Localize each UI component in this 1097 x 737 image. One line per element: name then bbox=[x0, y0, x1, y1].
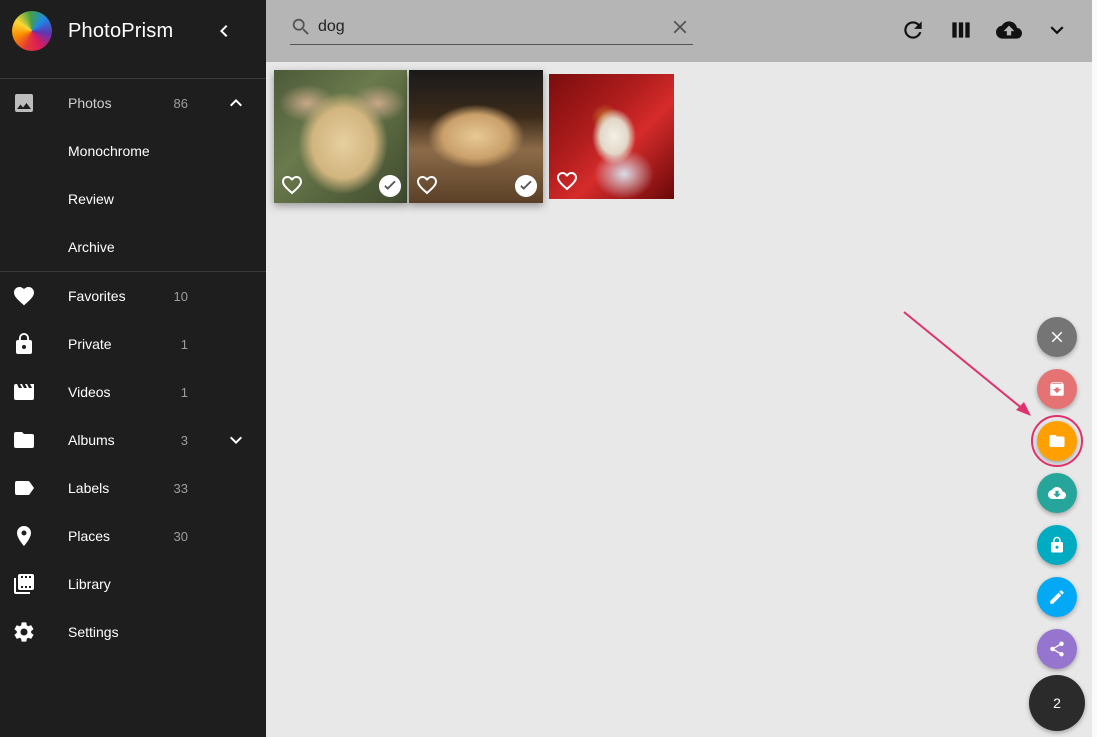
sidebar-item-archive[interactable]: Archive bbox=[0, 223, 266, 271]
sidebar-item-label: Places bbox=[68, 528, 111, 544]
app-logo bbox=[12, 11, 52, 51]
sidebar-item-count: 10 bbox=[173, 288, 188, 304]
close-icon[interactable] bbox=[669, 16, 691, 38]
search-input[interactable] bbox=[318, 16, 658, 38]
sidebar-item-count: 30 bbox=[173, 528, 188, 544]
check-circle-icon[interactable] bbox=[515, 175, 537, 197]
photo-card[interactable] bbox=[409, 70, 543, 203]
app-title: PhotoPrism bbox=[68, 19, 174, 42]
archive-button[interactable] bbox=[1037, 369, 1077, 409]
heart-icon bbox=[14, 287, 34, 306]
label-icon bbox=[15, 481, 34, 495]
cloud-upload-icon[interactable] bbox=[996, 17, 1022, 43]
sidebar-item-labels[interactable]: Labels 33 bbox=[0, 464, 266, 512]
annotation-arrow bbox=[903, 311, 1031, 416]
close-selection-button[interactable] bbox=[1037, 317, 1077, 357]
check-circle-icon[interactable] bbox=[379, 175, 401, 197]
sidebar-item-label: Settings bbox=[68, 624, 119, 640]
sidebar-item-label: Photos bbox=[68, 95, 112, 111]
share-icon bbox=[1050, 641, 1064, 657]
sidebar-item-count: 3 bbox=[180, 432, 188, 448]
selection-count-button[interactable]: 2 bbox=[1029, 675, 1085, 731]
sidebar-item-settings[interactable]: Settings bbox=[0, 608, 266, 656]
sidebar-item-label: Favorites bbox=[68, 288, 126, 304]
sidebar: PhotoPrism Photos 86 Monochrome Review A… bbox=[0, 0, 266, 737]
sidebar-item-label: Albums bbox=[68, 432, 115, 448]
sidebar-item-label: Labels bbox=[68, 480, 110, 496]
edit-button[interactable] bbox=[1037, 577, 1077, 617]
sidebar-item-monochrome[interactable]: Monochrome bbox=[0, 127, 266, 175]
sidebar-item-label: Videos bbox=[68, 384, 111, 400]
download-button[interactable] bbox=[1037, 473, 1077, 513]
movie-icon bbox=[14, 384, 34, 400]
sidebar-item-favorites[interactable]: Favorites 10 bbox=[0, 272, 266, 320]
search-field[interactable] bbox=[290, 10, 693, 45]
edit-icon bbox=[1050, 590, 1064, 604]
sidebar-item-places[interactable]: Places 30 bbox=[0, 512, 266, 560]
lock-icon bbox=[16, 333, 32, 354]
sidebar-item-count: 86 bbox=[173, 95, 188, 111]
view-column-icon[interactable] bbox=[948, 17, 974, 43]
heart-outline-icon[interactable] bbox=[415, 173, 439, 197]
sidebar-item-label: Library bbox=[68, 576, 111, 592]
chevron-left-icon[interactable] bbox=[212, 19, 236, 43]
folder-icon bbox=[1049, 435, 1065, 447]
sidebar-item-videos[interactable]: Videos 1 bbox=[0, 368, 266, 416]
gear-icon bbox=[14, 622, 34, 642]
scrollbar[interactable] bbox=[1092, 0, 1097, 737]
top-toolbar bbox=[266, 0, 1092, 62]
brand: PhotoPrism bbox=[0, 0, 266, 62]
sidebar-item-review[interactable]: Review bbox=[0, 175, 266, 223]
heart-outline-icon[interactable] bbox=[555, 169, 579, 193]
sidebar-item-library[interactable]: Library bbox=[0, 560, 266, 608]
lock-icon bbox=[1051, 536, 1063, 553]
image-icon bbox=[15, 94, 33, 112]
sidebar-item-photos[interactable]: Photos 86 bbox=[0, 79, 266, 127]
folder-icon bbox=[14, 432, 34, 448]
make-private-button[interactable] bbox=[1037, 525, 1077, 565]
chevron-up-icon[interactable] bbox=[224, 91, 248, 115]
close-icon bbox=[1051, 331, 1063, 343]
refresh-icon[interactable] bbox=[900, 17, 926, 43]
chevron-down-icon[interactable] bbox=[1044, 17, 1070, 43]
sidebar-item-private[interactable]: Private 1 bbox=[0, 320, 266, 368]
sidebar-item-count: 1 bbox=[180, 336, 188, 352]
sidebar-item-label: Private bbox=[68, 336, 112, 352]
photo-card[interactable] bbox=[274, 70, 407, 203]
share-button[interactable] bbox=[1037, 629, 1077, 669]
place-icon bbox=[17, 526, 31, 546]
cloud-download-icon bbox=[1048, 487, 1066, 499]
chevron-down-icon[interactable] bbox=[224, 428, 248, 452]
archive-icon bbox=[1050, 382, 1064, 396]
library-icon bbox=[14, 574, 34, 594]
sidebar-item-count: 33 bbox=[173, 480, 188, 496]
heart-outline-icon[interactable] bbox=[280, 173, 304, 197]
add-to-album-button[interactable] bbox=[1037, 421, 1077, 461]
sidebar-item-count: 1 bbox=[180, 384, 188, 400]
search-icon bbox=[292, 18, 309, 35]
photo-card[interactable] bbox=[549, 74, 674, 199]
sidebar-item-albums[interactable]: Albums 3 bbox=[0, 416, 266, 464]
